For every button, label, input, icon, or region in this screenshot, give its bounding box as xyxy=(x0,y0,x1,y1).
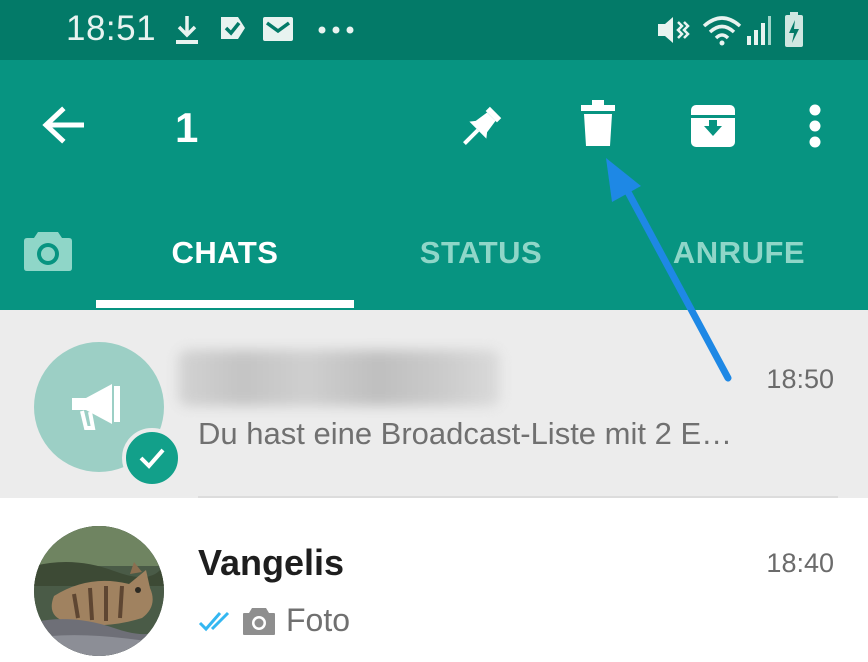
double-check-read-icon xyxy=(198,611,230,632)
overflow-menu-icon[interactable] xyxy=(808,104,822,148)
blurred-contact-name xyxy=(178,350,500,406)
avatar[interactable] xyxy=(34,526,164,656)
chat-time: 18:50 xyxy=(766,364,834,394)
status-bar: 18:51 xyxy=(0,0,868,60)
signal-icon xyxy=(747,16,771,45)
pin-icon[interactable] xyxy=(456,104,504,152)
tab-status[interactable]: STATUS xyxy=(352,230,610,276)
active-tab-indicator xyxy=(96,300,354,308)
battery-charging-icon xyxy=(785,12,803,47)
app-bar: 1 CHATS STATUS ANRUFE xyxy=(0,60,868,310)
contact-name: Vangelis xyxy=(198,542,345,583)
camera-icon xyxy=(243,608,275,635)
mail-icon xyxy=(263,17,293,41)
broadcast-megaphone-icon xyxy=(72,384,120,430)
chat-time: 18:40 xyxy=(766,548,834,578)
tab-calls[interactable]: ANRUFE xyxy=(610,230,868,276)
tab-chats[interactable]: CHATS xyxy=(96,230,354,276)
chat-preview: Du hast eine Broadcast-Liste mit 2 E… xyxy=(198,416,733,451)
chat-list-item-selected[interactable]: 18:50 Du hast eine Broadcast-Liste mit 2… xyxy=(0,310,868,498)
wifi-icon xyxy=(702,16,742,46)
check-icon xyxy=(139,448,165,469)
flag-icon xyxy=(221,17,245,39)
download-icon xyxy=(176,16,198,44)
chat-preview-text: Foto xyxy=(286,602,351,638)
camera-tab-icon[interactable] xyxy=(23,230,73,272)
mute-vibrate-icon xyxy=(658,17,690,43)
cat-photo xyxy=(34,526,164,656)
selection-count: 1 xyxy=(175,104,199,151)
back-arrow-icon[interactable] xyxy=(42,106,84,144)
status-time: 18:51 xyxy=(66,9,157,48)
delete-icon[interactable] xyxy=(580,100,616,148)
selected-check-badge xyxy=(122,428,182,488)
more-dots-icon xyxy=(318,26,354,34)
archive-icon[interactable] xyxy=(690,104,736,148)
chat-list-item[interactable]: Vangelis 18:40 Foto xyxy=(0,498,868,662)
